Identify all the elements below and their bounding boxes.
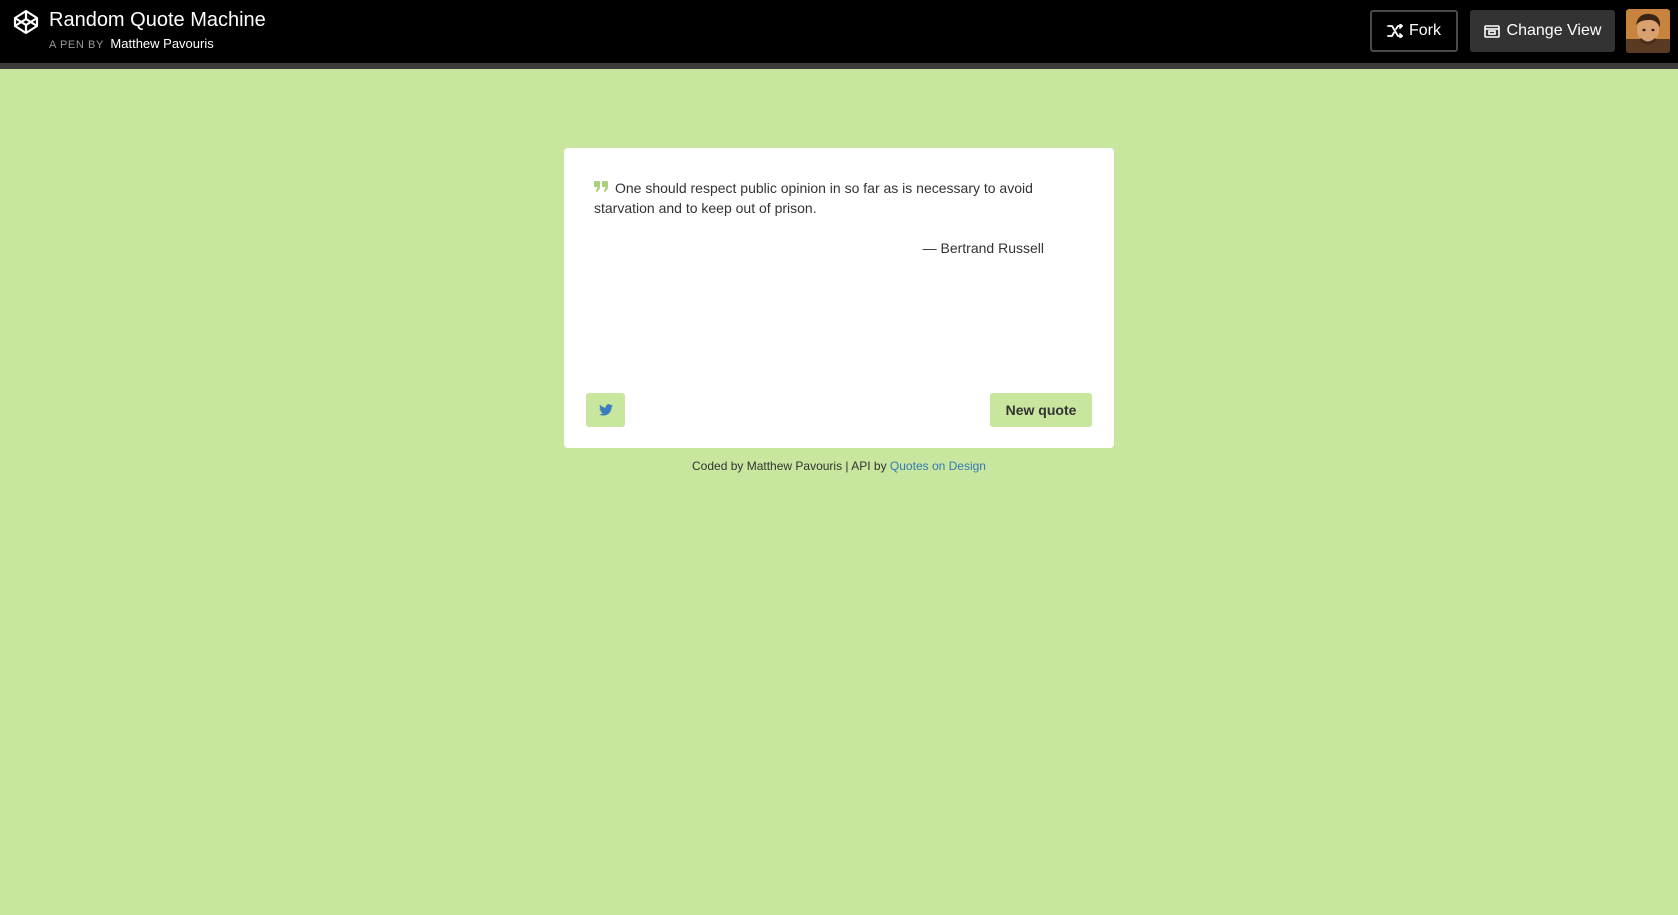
header-divider bbox=[0, 63, 1678, 69]
user-avatar[interactable] bbox=[1626, 9, 1670, 53]
twitter-icon bbox=[598, 404, 613, 416]
pen-author-link[interactable]: Matthew Pavouris bbox=[110, 36, 213, 51]
api-link[interactable]: Quotes on Design bbox=[890, 459, 986, 473]
footer-credit: Coded by Matthew Pavouris | API by Quote… bbox=[564, 458, 1114, 474]
byline-prefix: A PEN BY bbox=[49, 39, 104, 51]
layout-icon bbox=[1483, 24, 1500, 38]
pen-header: Random Quote Machine A PEN BY Matthew Pa… bbox=[0, 0, 1678, 63]
quote-text: One should respect public opinion in so … bbox=[594, 180, 1033, 216]
change-view-button[interactable]: Change View bbox=[1470, 10, 1615, 52]
fork-icon bbox=[1387, 24, 1403, 38]
fork-label: Fork bbox=[1409, 22, 1441, 39]
pen-title[interactable]: Random Quote Machine bbox=[49, 8, 266, 32]
quote-author: — Bertrand Russell bbox=[922, 240, 1044, 256]
change-view-label: Change View bbox=[1506, 22, 1602, 39]
codepen-logo-icon[interactable] bbox=[12, 8, 40, 36]
fork-button[interactable]: Fork bbox=[1370, 10, 1458, 52]
pen-byline: A PEN BY Matthew Pavouris bbox=[49, 36, 214, 53]
new-quote-button[interactable]: New quote bbox=[990, 393, 1092, 427]
quote-box: One should respect public opinion in so … bbox=[564, 148, 1114, 448]
tweet-quote-button[interactable] bbox=[586, 393, 625, 427]
footer-coded-by: Coded by Matthew Pavouris | API by bbox=[692, 459, 887, 473]
